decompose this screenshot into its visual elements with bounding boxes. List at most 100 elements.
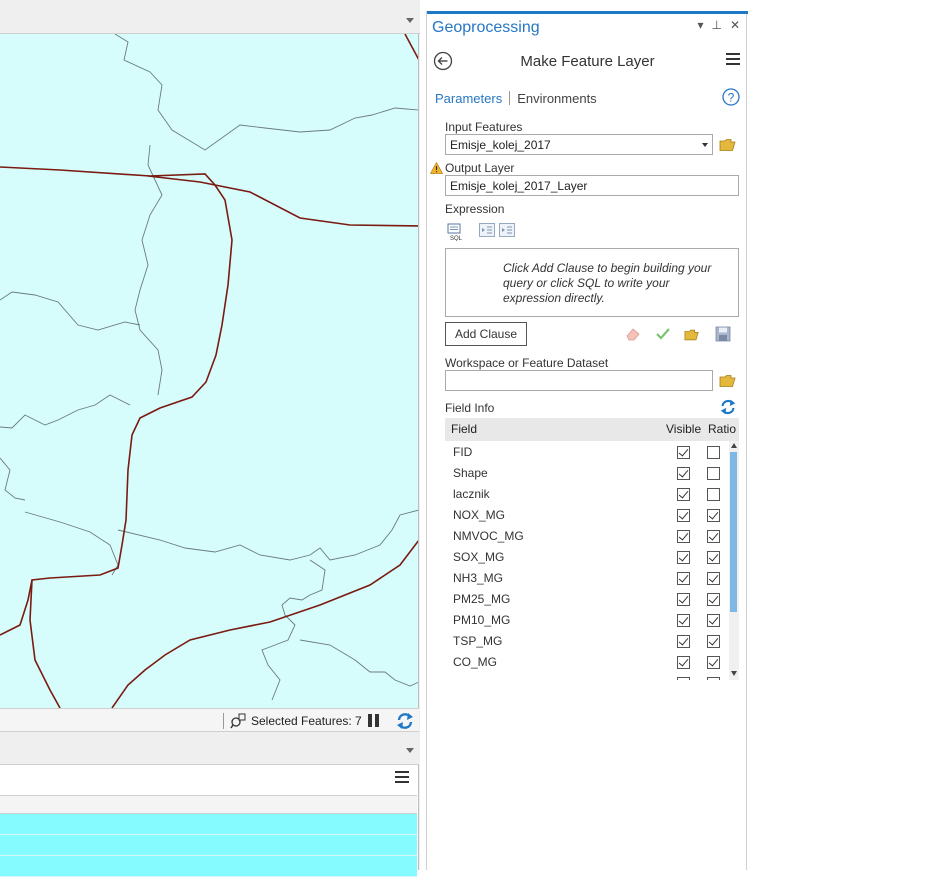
- attribute-table: [0, 764, 419, 877]
- ratio-checkbox[interactable]: [707, 551, 720, 564]
- increase-indent-icon[interactable]: [499, 223, 515, 237]
- left-pane: Selected Features: 7: [0, 0, 420, 877]
- visible-checkbox[interactable]: [677, 677, 690, 680]
- menu-icon[interactable]: [395, 771, 409, 785]
- add-clause-button[interactable]: Add Clause: [445, 322, 527, 346]
- field-info-row[interactable]: SOX_MG: [445, 547, 729, 568]
- refresh-icon[interactable]: [395, 711, 415, 731]
- map-view[interactable]: [0, 34, 419, 708]
- ratio-checkbox[interactable]: [707, 446, 720, 459]
- field-name: NOX_MG: [453, 508, 506, 522]
- field-info-row[interactable]: NMVOC_MG: [445, 526, 729, 547]
- scroll-down-arrow-icon[interactable]: [731, 671, 737, 676]
- column-header-field[interactable]: Field: [451, 422, 477, 436]
- expression-hint: Click Add Clause to begin building your …: [503, 261, 712, 305]
- visible-checkbox[interactable]: [677, 614, 690, 627]
- sql-icon[interactable]: SQL: [447, 223, 465, 241]
- svg-text:?: ?: [728, 91, 735, 105]
- zoom-to-selection-icon[interactable]: [230, 713, 246, 729]
- boundary-line: [299, 639, 418, 687]
- boundary-line: [0, 457, 26, 501]
- field-name: NMVOC_MG: [453, 529, 524, 543]
- ratio-checkbox[interactable]: [707, 593, 720, 606]
- field-info-row[interactable]: CO_MG: [445, 652, 729, 673]
- field-name: NH3_MG: [453, 571, 504, 585]
- pane-options-dropdown-icon[interactable]: ▾: [697, 18, 703, 32]
- workspace-input[interactable]: [445, 370, 713, 391]
- input-features-value: Emisje_kolej_2017: [450, 138, 551, 152]
- ratio-checkbox[interactable]: [707, 530, 720, 543]
- field-name: Shape: [453, 466, 488, 480]
- boundary-line: [261, 559, 326, 701]
- eraser-icon[interactable]: [625, 326, 641, 342]
- pane-title: Geoprocessing: [432, 19, 540, 36]
- scrollbar-thumb[interactable]: [730, 452, 737, 612]
- field-info-row[interactable]: FID: [445, 442, 729, 463]
- help-icon[interactable]: ?: [722, 88, 740, 106]
- pane-controls: ▾ ⊥ ✕: [697, 17, 740, 33]
- chevron-down-icon[interactable]: [406, 748, 414, 753]
- column-header-visible[interactable]: Visible: [666, 422, 701, 436]
- pin-icon[interactable]: ⊥: [711, 18, 721, 32]
- browse-folder-icon[interactable]: [719, 374, 737, 388]
- ratio-checkbox[interactable]: [707, 656, 720, 669]
- visible-checkbox[interactable]: [677, 446, 690, 459]
- pane-accent-bar: [427, 11, 748, 14]
- field-info-row[interactable]: lacznik: [445, 484, 729, 505]
- ratio-checkbox[interactable]: [707, 509, 720, 522]
- field-info-row[interactable]: [445, 673, 729, 680]
- output-layer-input[interactable]: Emisje_kolej_2017_Layer: [445, 175, 739, 196]
- tab-divider: [509, 91, 511, 105]
- table-row[interactable]: [0, 814, 417, 835]
- tool-menu-icon[interactable]: [726, 53, 740, 67]
- save-icon[interactable]: [715, 326, 731, 342]
- visible-checkbox[interactable]: [677, 467, 690, 480]
- visible-checkbox[interactable]: [677, 656, 690, 669]
- field-info-row[interactable]: PM25_MG: [445, 589, 729, 610]
- visible-checkbox[interactable]: [677, 509, 690, 522]
- visible-checkbox[interactable]: [677, 572, 690, 585]
- tool-header: Make Feature Layer: [427, 49, 748, 75]
- field-info-row[interactable]: Shape: [445, 463, 729, 484]
- chevron-down-icon[interactable]: [406, 18, 414, 23]
- tab-parameters[interactable]: Parameters: [435, 91, 502, 106]
- browse-folder-icon[interactable]: [719, 138, 737, 152]
- boundary-line: [117, 509, 418, 561]
- map-canvas[interactable]: [0, 34, 419, 708]
- field-info-row[interactable]: TSP_MG: [445, 631, 729, 652]
- visible-checkbox[interactable]: [677, 488, 690, 501]
- open-expression-folder-icon[interactable]: [684, 327, 700, 343]
- visible-checkbox[interactable]: [677, 635, 690, 648]
- decrease-indent-icon[interactable]: [479, 223, 495, 237]
- visible-checkbox[interactable]: [677, 530, 690, 543]
- field-info-row[interactable]: PM10_MG: [445, 610, 729, 631]
- field-name: TSP_MG: [453, 634, 503, 648]
- table-row[interactable]: [0, 835, 417, 856]
- pause-drawing-icon[interactable]: [368, 714, 382, 728]
- field-name: PM25_MG: [453, 592, 511, 606]
- column-header-ratio[interactable]: Ratio: [708, 422, 736, 436]
- ratio-checkbox[interactable]: [707, 677, 720, 680]
- input-features-select[interactable]: Emisje_kolej_2017: [445, 134, 713, 155]
- boundary-line: [0, 394, 131, 429]
- close-icon[interactable]: ✕: [730, 18, 740, 32]
- ratio-checkbox[interactable]: [707, 635, 720, 648]
- chevron-down-icon[interactable]: [702, 143, 708, 147]
- scroll-up-arrow-icon[interactable]: [731, 443, 737, 448]
- visible-checkbox[interactable]: [677, 593, 690, 606]
- ratio-checkbox[interactable]: [707, 488, 720, 501]
- ratio-checkbox[interactable]: [707, 467, 720, 480]
- tab-environments[interactable]: Environments: [517, 91, 596, 106]
- field-info-row[interactable]: NH3_MG: [445, 568, 729, 589]
- expression-builder[interactable]: Click Add Clause to begin building your …: [445, 248, 739, 317]
- field-info-table: Field Visible Ratio FID Shape lacznik NOX_M…: [445, 418, 739, 680]
- table-row[interactable]: [0, 856, 417, 877]
- ratio-checkbox[interactable]: [707, 614, 720, 627]
- table-header: [0, 795, 417, 814]
- refresh-fields-icon[interactable]: [719, 398, 737, 416]
- visible-checkbox[interactable]: [677, 551, 690, 564]
- verify-checkmark-icon[interactable]: [655, 326, 671, 342]
- field-info-row[interactable]: NOX_MG: [445, 505, 729, 526]
- ratio-checkbox[interactable]: [707, 572, 720, 585]
- rail-line: [29, 579, 61, 708]
